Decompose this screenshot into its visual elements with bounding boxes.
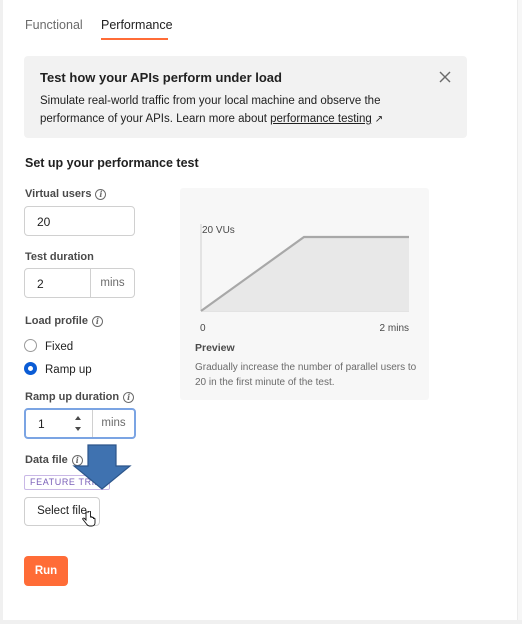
active-tab-indicator bbox=[101, 38, 168, 40]
info-icon[interactable]: i bbox=[95, 189, 107, 200]
radio-ramp-up-circle[interactable] bbox=[24, 362, 37, 375]
window-right-edge bbox=[517, 0, 522, 624]
preview-title: Preview bbox=[195, 342, 235, 354]
radio-fixed-label: Fixed bbox=[45, 341, 74, 353]
info-icon[interactable]: i bbox=[123, 392, 135, 403]
test-duration-value: 2 bbox=[37, 277, 44, 291]
radio-fixed-circle[interactable] bbox=[24, 339, 37, 352]
annotation-arrow-icon bbox=[72, 444, 132, 495]
radio-fixed[interactable]: Fixed bbox=[24, 339, 73, 353]
ramp-up-duration-unit: mins bbox=[92, 410, 134, 437]
radio-ramp-up-label: Ramp up bbox=[45, 364, 92, 376]
chart-x-tick-label-end: 2 mins bbox=[380, 323, 409, 334]
preview-description: Gradually increase the number of paralle… bbox=[195, 362, 417, 388]
test-duration-input[interactable]: 2 mins bbox=[24, 268, 135, 298]
chart-area bbox=[201, 237, 409, 311]
load-profile-label-text: Load profile bbox=[25, 315, 88, 327]
window-bottom-edge bbox=[0, 620, 522, 624]
performance-testing-link[interactable]: performance testing bbox=[270, 113, 372, 125]
number-stepper[interactable] bbox=[72, 412, 88, 434]
radio-ramp-up[interactable]: Ramp up bbox=[24, 362, 92, 376]
ramp-up-duration-label-text: Ramp up duration bbox=[25, 391, 120, 403]
close-icon[interactable] bbox=[436, 68, 454, 86]
run-button[interactable]: Run bbox=[24, 556, 68, 586]
banner-text-line1: Simulate real-world traffic from your lo… bbox=[40, 95, 381, 107]
section-title: Set up your performance test bbox=[25, 156, 199, 170]
load-profile-label: Load profile i bbox=[25, 315, 103, 327]
ramp-up-duration-label: Ramp up duration i bbox=[25, 391, 135, 403]
ramp-up-duration-value: 1 bbox=[38, 417, 45, 431]
chart-x-tick-label-start: 0 bbox=[200, 323, 206, 334]
tab-performance[interactable]: Performance bbox=[101, 18, 173, 32]
info-banner: Test how your APIs perform under load Si… bbox=[24, 56, 467, 138]
banner-text-line2: performance of your APIs. Learn more abo… bbox=[40, 113, 271, 125]
external-link-icon: ↗ bbox=[374, 114, 384, 125]
tab-functional[interactable]: Functional bbox=[25, 18, 83, 32]
banner-text: Simulate real-world traffic from your lo… bbox=[40, 92, 420, 129]
data-file-label-text: Data file bbox=[25, 454, 68, 466]
stepper-up-icon[interactable] bbox=[75, 416, 81, 420]
window-left-edge bbox=[0, 0, 3, 624]
hand-cursor-icon bbox=[82, 510, 96, 532]
preview-chart: 20 VUs 0 2 mins bbox=[200, 224, 409, 334]
chart-y-tick-label: 20 VUs bbox=[202, 225, 235, 236]
virtual-users-label: Virtual users i bbox=[25, 188, 107, 200]
test-duration-label: Test duration bbox=[25, 251, 94, 263]
test-duration-unit: mins bbox=[90, 269, 134, 297]
stepper-down-icon[interactable] bbox=[75, 427, 81, 431]
preview-panel: 20 VUs 0 2 mins Preview Gradually increase… bbox=[180, 188, 429, 400]
virtual-users-value: 20 bbox=[37, 215, 51, 229]
virtual-users-input[interactable]: 20 bbox=[24, 206, 135, 236]
ramp-up-duration-input[interactable]: 1 mins bbox=[24, 408, 136, 439]
info-icon[interactable]: i bbox=[91, 316, 103, 327]
virtual-users-label-text: Virtual users bbox=[25, 188, 92, 200]
banner-title: Test how your APIs perform under load bbox=[40, 70, 282, 85]
